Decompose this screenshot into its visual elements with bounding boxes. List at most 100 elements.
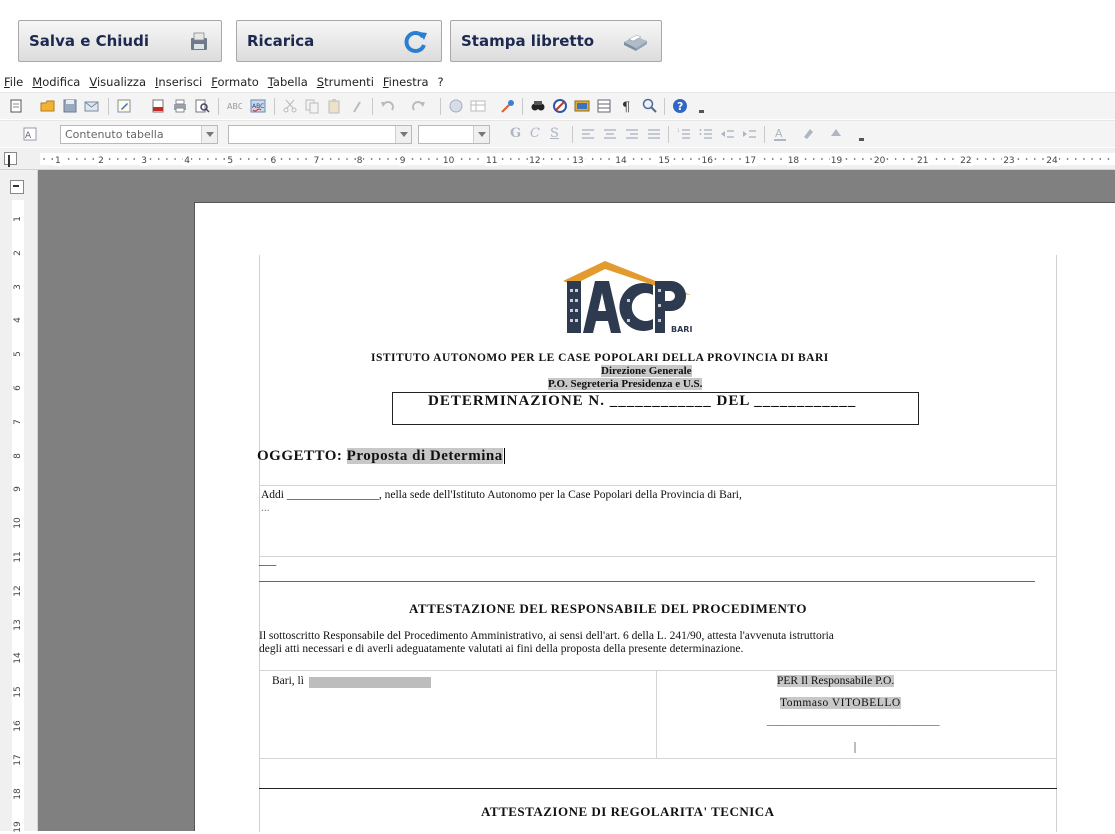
toolbar-separator [668,126,669,143]
ruler-number: 16 [13,720,23,732]
table-icon[interactable] [470,98,486,114]
menu-modifica[interactable]: Modifica [32,75,80,89]
reload-button[interactable]: Ricarica [236,20,442,62]
increase-indent-icon[interactable] [742,126,758,142]
chevron-down-icon[interactable] [395,126,411,143]
undo-icon[interactable] [380,98,396,114]
spellcheck-icon[interactable]: ABC [226,98,242,114]
save-close-label: Salva e Chiudi [29,32,149,50]
clone-formatting-icon[interactable] [350,98,366,114]
determination-label: DETERMINAZIONE N. ____________ DEL _____… [428,393,857,409]
background-color-icon[interactable] [828,126,844,142]
font-color-icon[interactable]: A [772,126,788,142]
tab-stop-selector[interactable] [4,152,17,165]
subject-value[interactable]: Proposta di Determina [346,448,503,464]
data-sources-icon[interactable] [596,98,612,114]
divider [259,485,1057,486]
align-center-icon[interactable] [602,126,618,142]
print-booklet-button[interactable]: Stampa libretto [450,20,662,62]
vertical-ruler[interactable]: 1 2 3 4 5 6 7 8 9 10 11 12 13 14 15 16 17 18 19 [0,170,38,834]
bold-icon[interactable]: G [510,126,521,141]
signer-role: PER Il Responsabile P.O. [777,675,895,687]
save-icon [191,32,207,50]
ruler-number: 8 [13,452,23,459]
attestation-line-1[interactable]: Il sottoscritto Responsabile del Procedi… [259,630,834,642]
ruler-number: 15 [13,686,23,698]
paragraph-style-select[interactable]: Contenuto tabella [60,125,218,144]
print-preview-icon[interactable] [194,98,210,114]
bullets-icon[interactable] [698,126,714,142]
document-page[interactable]: BARI ISTITUTO AUTONOMO PER LE CASE POPOL… [194,202,1115,832]
chevron-down-icon[interactable] [473,126,489,143]
numbering-icon[interactable]: 1 [676,126,692,142]
ruler-number: 1 [13,216,23,222]
chevron-down-icon[interactable] [201,126,217,143]
menu-file[interactable]: File [4,75,23,89]
italic-icon[interactable]: C [530,126,540,141]
styles-formatting-icon[interactable]: A [22,126,38,142]
zoom-icon[interactable] [642,98,658,114]
save-icon[interactable] [62,98,78,114]
toolbar-options-icon[interactable] [694,98,710,114]
navigator-icon[interactable] [552,98,568,114]
ruler-number: 1 [54,156,62,166]
ruler-scale: 1 2 3 4 5 6 7 8 9 10 11 12 13 14 15 16 17 18 19 20 21 22 23 24 [40,153,1115,166]
menu-tabella[interactable]: Tabella [268,75,308,89]
gallery-icon[interactable] [574,98,590,114]
subject-line[interactable]: OGGETTO: Proposta di Determina [257,448,505,465]
menu-visualizza[interactable]: Visualizza [89,75,146,89]
divider [259,670,1057,671]
export-pdf-icon[interactable] [150,98,166,114]
highlighting-icon[interactable] [800,126,816,142]
menu-strumenti[interactable]: Strumenti [317,75,374,89]
ruler-number: 3 [140,156,148,166]
font-size-select[interactable] [418,125,490,144]
open-folder-icon[interactable] [40,98,56,114]
attestation-line-2[interactable]: degli atti necessari e di averli adeguat… [259,643,743,655]
menu-inserisci[interactable]: Inserisci [155,75,202,89]
font-name-select[interactable] [228,125,412,144]
ruler-number: 10 [441,156,456,166]
menu-help[interactable]: ? [438,75,444,89]
date-field[interactable] [309,677,431,688]
addi-line[interactable]: Addi ________________, nella sede dell'I… [261,489,742,501]
cut-icon[interactable] [282,98,298,114]
decrease-indent-icon[interactable] [720,126,736,142]
paste-icon[interactable] [326,98,342,114]
subject-label: OGGETTO: [257,448,343,464]
print-icon[interactable] [172,98,188,114]
ruler-number: 4 [183,156,192,166]
autospellcheck-icon[interactable]: ABC [250,98,266,114]
menu-formato[interactable]: Formato [211,75,259,89]
hyperlink-icon[interactable] [448,98,464,114]
draw-functions-icon[interactable] [500,98,516,114]
ruler-number: 19 [13,821,23,834]
find-replace-icon[interactable] [530,98,546,114]
email-icon[interactable] [84,98,100,114]
redo-icon[interactable] [410,98,426,114]
ruler-number: 16 [700,156,714,166]
app-button-bar: Salva e Chiudi Ricarica Stampa libretto [0,0,1115,72]
formatting-marks-icon[interactable]: ¶ [620,98,636,114]
toolbar-separator [108,98,109,115]
ruler-number: 5 [13,351,23,358]
toolbar-options-icon[interactable] [854,126,870,142]
justify-icon[interactable] [646,126,662,142]
underline-icon[interactable]: S [550,126,559,141]
save-close-button[interactable]: Salva e Chiudi [18,20,222,62]
continuation-ellipsis: ... [261,502,270,514]
copy-icon[interactable] [304,98,320,114]
new-document-icon[interactable] [8,98,24,114]
signature-field[interactable] [854,742,856,753]
menu-finestra[interactable]: Finestra [383,75,429,89]
ruler-number: 24 [1045,156,1059,166]
help-icon[interactable]: ? [672,98,688,114]
ruler-number: 12 [528,156,542,166]
short-underline: ___ [259,555,277,567]
toolbar-separator [218,98,219,115]
edit-document-icon[interactable] [116,98,132,114]
align-right-icon[interactable] [624,126,640,142]
horizontal-ruler[interactable]: 1 2 3 4 5 6 7 8 9 10 11 12 13 14 15 16 17 18 19 20 21 22 23 24 [0,148,1115,170]
align-left-icon[interactable] [580,126,596,142]
place-date-label: Bari, lì [272,675,304,687]
